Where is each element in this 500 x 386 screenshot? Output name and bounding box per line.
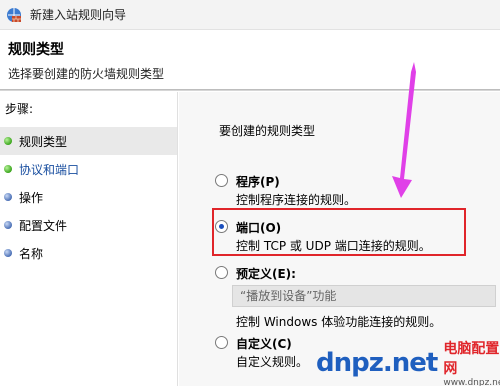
watermark-url: www.dnpz.net — [443, 378, 500, 386]
watermark: dnpz.net 电脑配置网 www.dnpz.net — [316, 340, 500, 386]
watermark-logo: dnpz.net — [316, 348, 438, 378]
step-protocol-port[interactable]: 协议和端口 — [0, 155, 177, 183]
watermark-title: 电脑配置网 — [443, 341, 500, 377]
step-status-icon — [4, 221, 12, 229]
option-description: 控制程序连接的规则。 — [236, 193, 357, 207]
step-action[interactable]: 操作 — [0, 183, 177, 211]
step-status-icon — [4, 249, 12, 257]
predefined-radio[interactable] — [215, 266, 228, 279]
wizard-header: 规则类型 选择要创建的防火墙规则类型 — [0, 31, 500, 89]
step-status-icon — [4, 137, 12, 145]
steps-label: 步骤: — [5, 102, 34, 116]
window-title: 新建入站规则向导 — [30, 8, 127, 22]
program-radio[interactable] — [215, 174, 228, 187]
page-subtitle: 选择要创建的防火墙规则类型 — [8, 67, 165, 81]
option-label: 自定义(C) — [236, 337, 292, 351]
predefined-description: 控制 Windows 体验功能连接的规则。 — [236, 315, 442, 329]
custom-radio[interactable] — [215, 336, 228, 349]
step-label: 配置文件 — [19, 218, 68, 233]
highlight-annotation — [212, 208, 466, 256]
option-description: 自定义规则。 — [236, 355, 309, 369]
page-title: 规则类型 — [8, 42, 64, 58]
header-divider — [0, 89, 500, 91]
step-status-icon — [4, 165, 12, 173]
step-name[interactable]: 名称 — [0, 239, 177, 267]
firewall-icon — [6, 7, 22, 23]
step-label: 操作 — [19, 190, 44, 205]
step-label: 协议和端口 — [19, 162, 80, 177]
option-label: 预定义(E): — [236, 267, 296, 281]
step-rule-type[interactable]: 规则类型 — [0, 127, 177, 155]
step-status-icon — [4, 193, 12, 201]
step-label: 名称 — [19, 246, 44, 261]
step-profile[interactable]: 配置文件 — [0, 211, 177, 239]
title-bar: 新建入站规则向导 — [0, 0, 500, 30]
steps-sidebar: 步骤: 规则类型 协议和端口 操作 配置文件 名称 — [0, 92, 178, 386]
rule-type-question: 要创建的规则类型 — [219, 124, 316, 138]
predefined-select[interactable]: “播放到设备”功能 — [232, 285, 496, 307]
step-label: 规则类型 — [19, 134, 68, 149]
option-label: 程序(P) — [236, 175, 280, 189]
